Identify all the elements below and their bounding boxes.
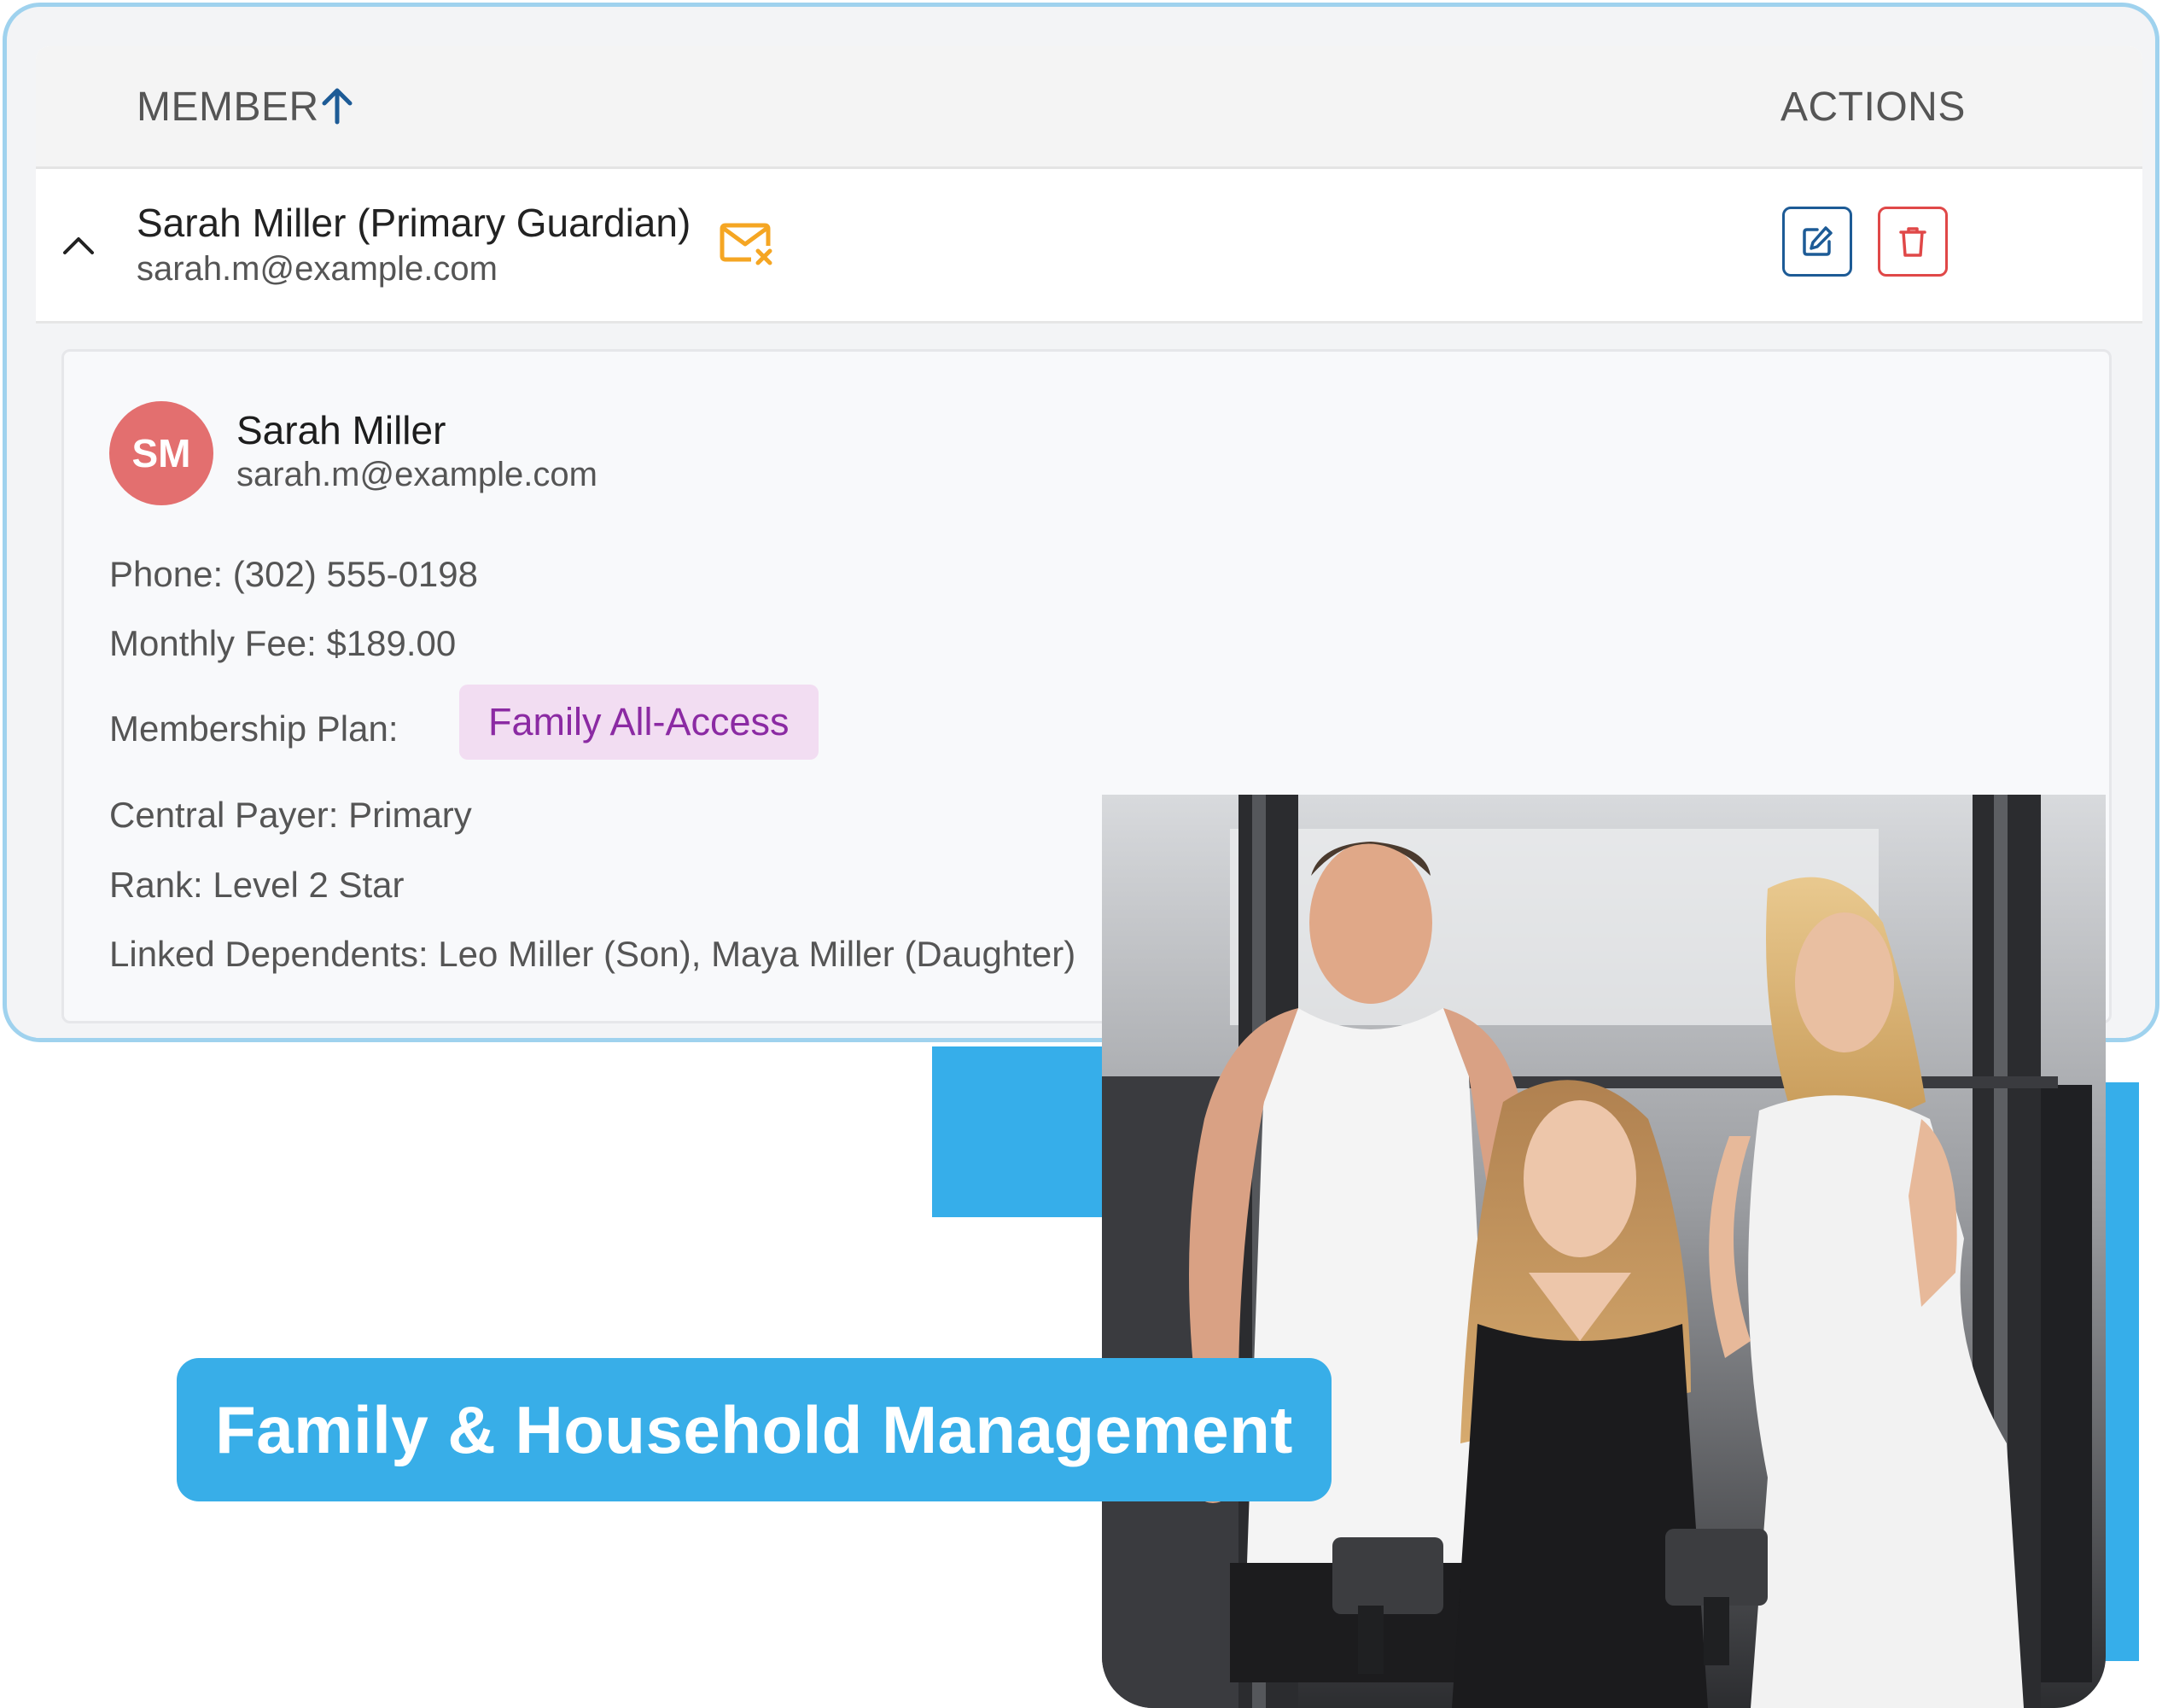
edit-button[interactable] — [1782, 207, 1852, 277]
family-gym-photo — [1102, 795, 2106, 1708]
member-name: Sarah Miller (Primary Guardian) — [137, 201, 691, 245]
arrow-up-icon[interactable] — [316, 85, 358, 127]
rank-value: Level 2 Star — [213, 865, 405, 905]
delete-button[interactable] — [1878, 207, 1948, 277]
plan-label: Membership Plan: — [109, 708, 399, 749]
monthly-fee-field: Monthly Fee: $189.00 — [109, 623, 456, 664]
chevron-up-icon[interactable] — [60, 230, 97, 259]
central-payer-field: Central Payer: Primary — [109, 795, 472, 836]
detail-name: Sarah Miller — [236, 408, 446, 452]
membership-plan-field: Membership Plan: Family All-Access — [109, 685, 819, 760]
linked-dependents-field: Linked Dependents: Leo Miller (Son), May… — [109, 934, 1075, 975]
dependents-value: Leo Miller (Son), Maya Miller (Daughter) — [438, 934, 1076, 974]
dependents-label: Linked Dependents: — [109, 934, 428, 974]
edit-icon — [1803, 226, 1833, 256]
detail-email: sarah.m@example.com — [236, 456, 597, 493]
phone-value: (302) 555-0198 — [232, 554, 479, 594]
fee-label: Monthly Fee: — [109, 623, 317, 663]
actions-column-header: ACTIONS — [1780, 85, 1966, 130]
rank-label: Rank: — [109, 865, 203, 905]
payer-label: Central Payer: — [109, 795, 339, 835]
trash-icon — [1899, 227, 1926, 257]
banner-title: Family & Household Management — [215, 1391, 1293, 1467]
mail-x-icon — [720, 223, 772, 265]
member-email: sarah.m@example.com — [137, 250, 498, 288]
fee-value: $189.00 — [326, 623, 457, 663]
payer-value: Primary — [348, 795, 472, 835]
rank-field: Rank: Level 2 Star — [109, 865, 405, 906]
avatar: SM — [109, 401, 213, 505]
feature-banner: Family & Household Management — [177, 1358, 1332, 1501]
member-column-header[interactable]: MEMBER — [137, 84, 319, 131]
table-header: MEMBER ACTIONS — [36, 46, 2142, 169]
table-row[interactable]: Sarah Miller (Primary Guardian) sarah.m@… — [36, 169, 2142, 324]
phone-label: Phone: — [109, 554, 224, 594]
decorative-block — [932, 1046, 1111, 1217]
phone-field: Phone: (302) 555-0198 — [109, 554, 478, 595]
plan-badge: Family All-Access — [459, 685, 819, 760]
